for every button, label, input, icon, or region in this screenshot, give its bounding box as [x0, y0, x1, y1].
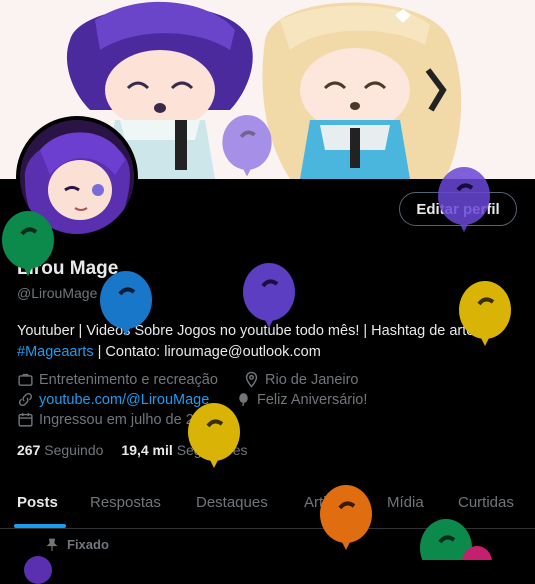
website-link[interactable]: youtube.com/@LirouMage [39, 392, 209, 408]
profile-bio: Youtuber | Videos Sobre Jogos no youtube… [17, 321, 527, 363]
followers-link[interactable]: 19,4 mil Seguidores [121, 442, 247, 458]
briefcase-icon [18, 373, 33, 386]
profile-location: Rio de Janeiro [243, 371, 359, 388]
link-icon [18, 392, 33, 407]
following-label: Seguindo [44, 442, 104, 458]
profile-avatar[interactable] [16, 116, 138, 238]
joined-text: Ingressou em julho de 2021 [39, 411, 218, 428]
tab-posts[interactable]: Posts [17, 494, 58, 511]
balloon-icon [239, 393, 248, 407]
avatar-image [20, 120, 134, 234]
bio-contact: | Contato: liroumage@outlook.com [93, 344, 321, 360]
profile-tabs: Posts Respostas Destaques Artigos Mídia … [0, 480, 535, 529]
tab-destaques[interactable]: Destaques [196, 494, 268, 511]
edit-profile-button[interactable]: Editar perfil [399, 192, 517, 226]
following-link[interactable]: 267 Seguindo [17, 442, 103, 458]
pinned-avatar-partial [24, 556, 52, 584]
profile-category: Entretenimento e recreação [17, 371, 218, 388]
tab-artigos[interactable]: Artigos [304, 494, 351, 511]
followers-count: 19,4 mil [121, 442, 173, 458]
pinned-label: Fixado [67, 537, 109, 552]
tab-curtidas[interactable]: Curtidas [458, 494, 514, 511]
bio-hashtag-link[interactable]: #Mageaarts [17, 344, 94, 360]
profile-website: youtube.com/@LirouMage [17, 391, 209, 408]
profile-birthday: Feliz Aniversário! [235, 391, 367, 408]
tab-respostas[interactable]: Respostas [90, 494, 161, 511]
profile-name: Lirou Mage [17, 258, 119, 279]
active-tab-indicator [14, 524, 66, 528]
pinned-indicator: Fixado [45, 537, 109, 552]
bio-text: Youtuber | Videos Sobre Jogos no youtube… [17, 323, 486, 339]
profile-joined: Ingressou em julho de 2021 [17, 411, 218, 428]
follow-stats: 267 Seguindo 19,4 mil Seguidores [17, 442, 248, 458]
calendar-icon [18, 413, 33, 427]
location-pin-icon [245, 371, 258, 388]
tab-midia[interactable]: Mídia [387, 494, 424, 511]
followers-label: Seguidores [176, 442, 248, 458]
category-text: Entretenimento e recreação [39, 371, 218, 388]
pin-icon [46, 538, 58, 551]
profile-handle: @LirouMage [17, 285, 98, 301]
location-text: Rio de Janeiro [265, 371, 359, 388]
following-count: 267 [17, 442, 41, 458]
balloon-pink-partial [462, 546, 492, 560]
birthday-text: Feliz Aniversário! [257, 391, 368, 408]
